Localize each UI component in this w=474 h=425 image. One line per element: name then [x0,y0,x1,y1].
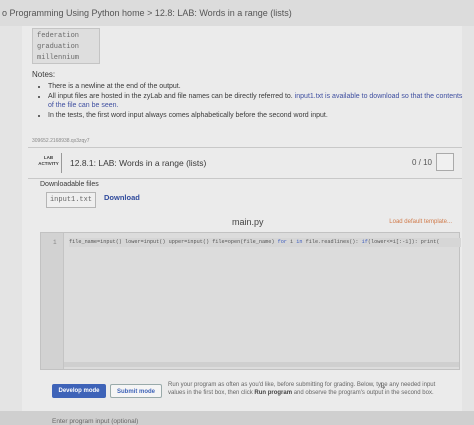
note-text: All input files are hosted in the zyLab … [48,93,293,100]
score-text: 0 / 10 [411,158,432,167]
code-segment: (lower<=i[:-1]): print( [367,239,440,245]
line-number: 1 [53,239,57,246]
expected-output-box: federation graduation millennium [32,28,100,64]
horizontal-scrollbar[interactable] [64,362,459,367]
lab-activity-header: LAB ACTIVITY 12.8.1: LAB: Words in a ran… [28,147,462,179]
notes-heading: Notes: [32,70,56,79]
develop-mode-button[interactable]: Develop mode [52,384,106,398]
activity-id: 309652.2168938.qx3zqy7 [32,138,90,144]
run-instructions: Run your program as often as you'd like,… [168,382,453,397]
output-line: millennium [37,54,80,62]
output-line: federation [37,32,80,40]
output-line: graduation [37,43,80,51]
notes-list: There is a newline at the end of the out… [38,82,468,121]
breadcrumb: o Programming Using Python home > 12.8: … [0,0,474,26]
score-box [436,153,454,171]
download-link[interactable]: Download [104,193,140,202]
code-segment: i [286,239,297,245]
editor-filename: main.py [232,217,264,227]
program-input-label: Enter program input (optional) [52,418,139,425]
load-template-link[interactable]: Load default template... [389,219,452,225]
input-file-button[interactable]: input1.txt [46,192,96,208]
code-keyword: for [277,239,287,245]
submit-mode-button[interactable]: Submit mode [110,384,162,398]
note-item: In the tests, the first word input alway… [48,111,468,120]
note-item: All input files are hosted in the zyLab … [48,92,468,110]
page-sheet: federation graduation millennium Notes: … [0,26,474,425]
code-line[interactable]: file_name=input() lower=input() upper=in… [69,238,461,247]
downloadable-files-heading: Downloadable files [40,181,99,188]
lab-activity-badge: LAB ACTIVITY [36,153,62,173]
editor-header: main.py Load default template... [40,214,460,232]
code-segment: file.readlines(): [302,239,362,245]
note-item: There is a newline at the end of the out… [48,82,468,91]
code-segment: file_name=input() lower=input() upper=in… [69,239,278,245]
code-editor[interactable]: 1 file_name=input() lower=input() upper=… [40,232,461,391]
line-gutter: 1 [41,233,64,369]
lab-title: 12.8.1: LAB: Words in a range (lists) [70,158,207,168]
run-note-text: and observe the program's output in the … [292,389,434,396]
run-note-bold: Run program [254,389,293,396]
badge-line: ACTIVITY [38,161,59,166]
lab-content: federation graduation millennium Notes: … [22,26,462,425]
